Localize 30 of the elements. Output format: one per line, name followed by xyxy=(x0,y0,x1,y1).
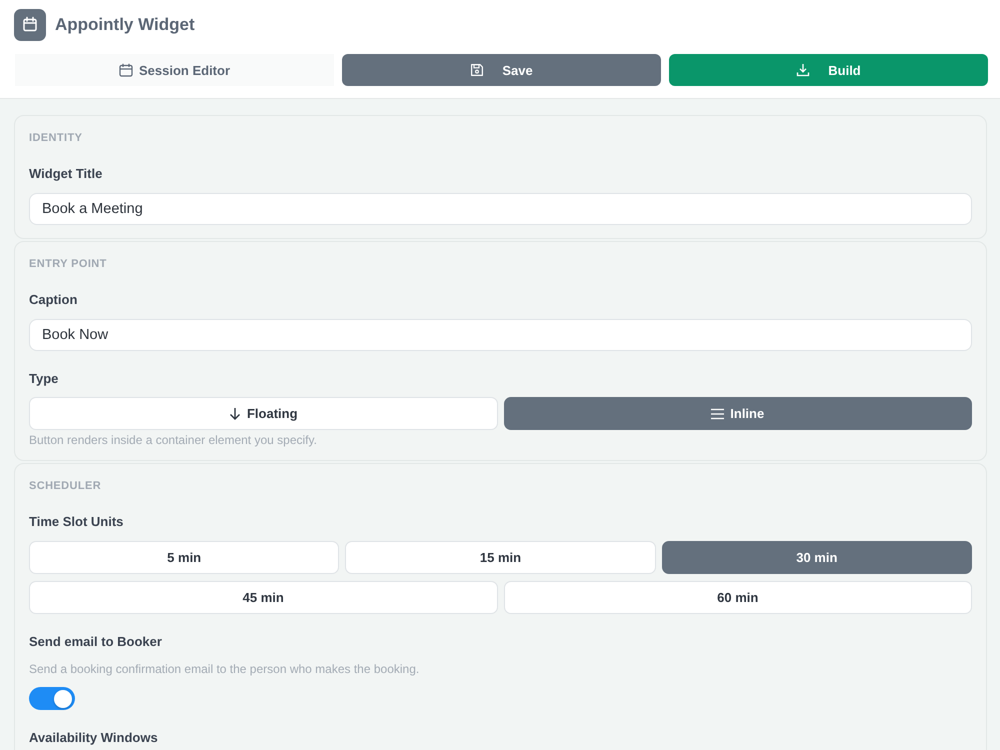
time-slot-option[interactable]: 60 min xyxy=(504,581,972,614)
field-label: Availability Windows xyxy=(29,729,159,747)
field-label: Type xyxy=(29,370,60,388)
input-field[interactable]: Book a Meeting xyxy=(29,193,972,225)
type-option[interactable]: Inline xyxy=(504,397,972,430)
time-slot-option[interactable]: 5 min xyxy=(29,541,340,574)
toggle-switch[interactable] xyxy=(29,687,75,710)
save-button[interactable]: Save xyxy=(342,54,661,86)
app-title: Appointly Widget xyxy=(55,15,195,35)
section-title: ENTRY POINT xyxy=(29,257,108,272)
build-button[interactable]: Build xyxy=(669,54,988,86)
time-slot-option[interactable]: 45 min xyxy=(29,581,498,614)
calendar-icon xyxy=(118,63,133,77)
download-icon xyxy=(796,63,810,77)
field-label: Time Slot Units xyxy=(29,513,124,531)
input-field[interactable]: Book Now xyxy=(29,319,972,351)
time-slot-option[interactable]: 15 min xyxy=(345,541,656,574)
section-title: SCHEDULER xyxy=(29,479,102,494)
field-label: Send email to Booker xyxy=(29,633,163,651)
field-label: Widget Title xyxy=(29,165,104,183)
arrow-down-icon xyxy=(228,407,241,420)
time-slot-option[interactable]: 30 min xyxy=(662,541,972,574)
session-editor-tab[interactable]: Session Editor xyxy=(15,54,334,86)
menu-icon xyxy=(711,408,724,420)
field-label: Caption xyxy=(29,291,78,309)
field-description: Send a booking confirmation email to the person who makes the booking. xyxy=(29,662,420,676)
type-option[interactable]: Floating xyxy=(29,397,498,430)
section-title: IDENTITY xyxy=(29,131,84,146)
hint-text: Button renders inside a container element you specify. xyxy=(29,433,318,447)
calendar-icon xyxy=(14,9,46,41)
